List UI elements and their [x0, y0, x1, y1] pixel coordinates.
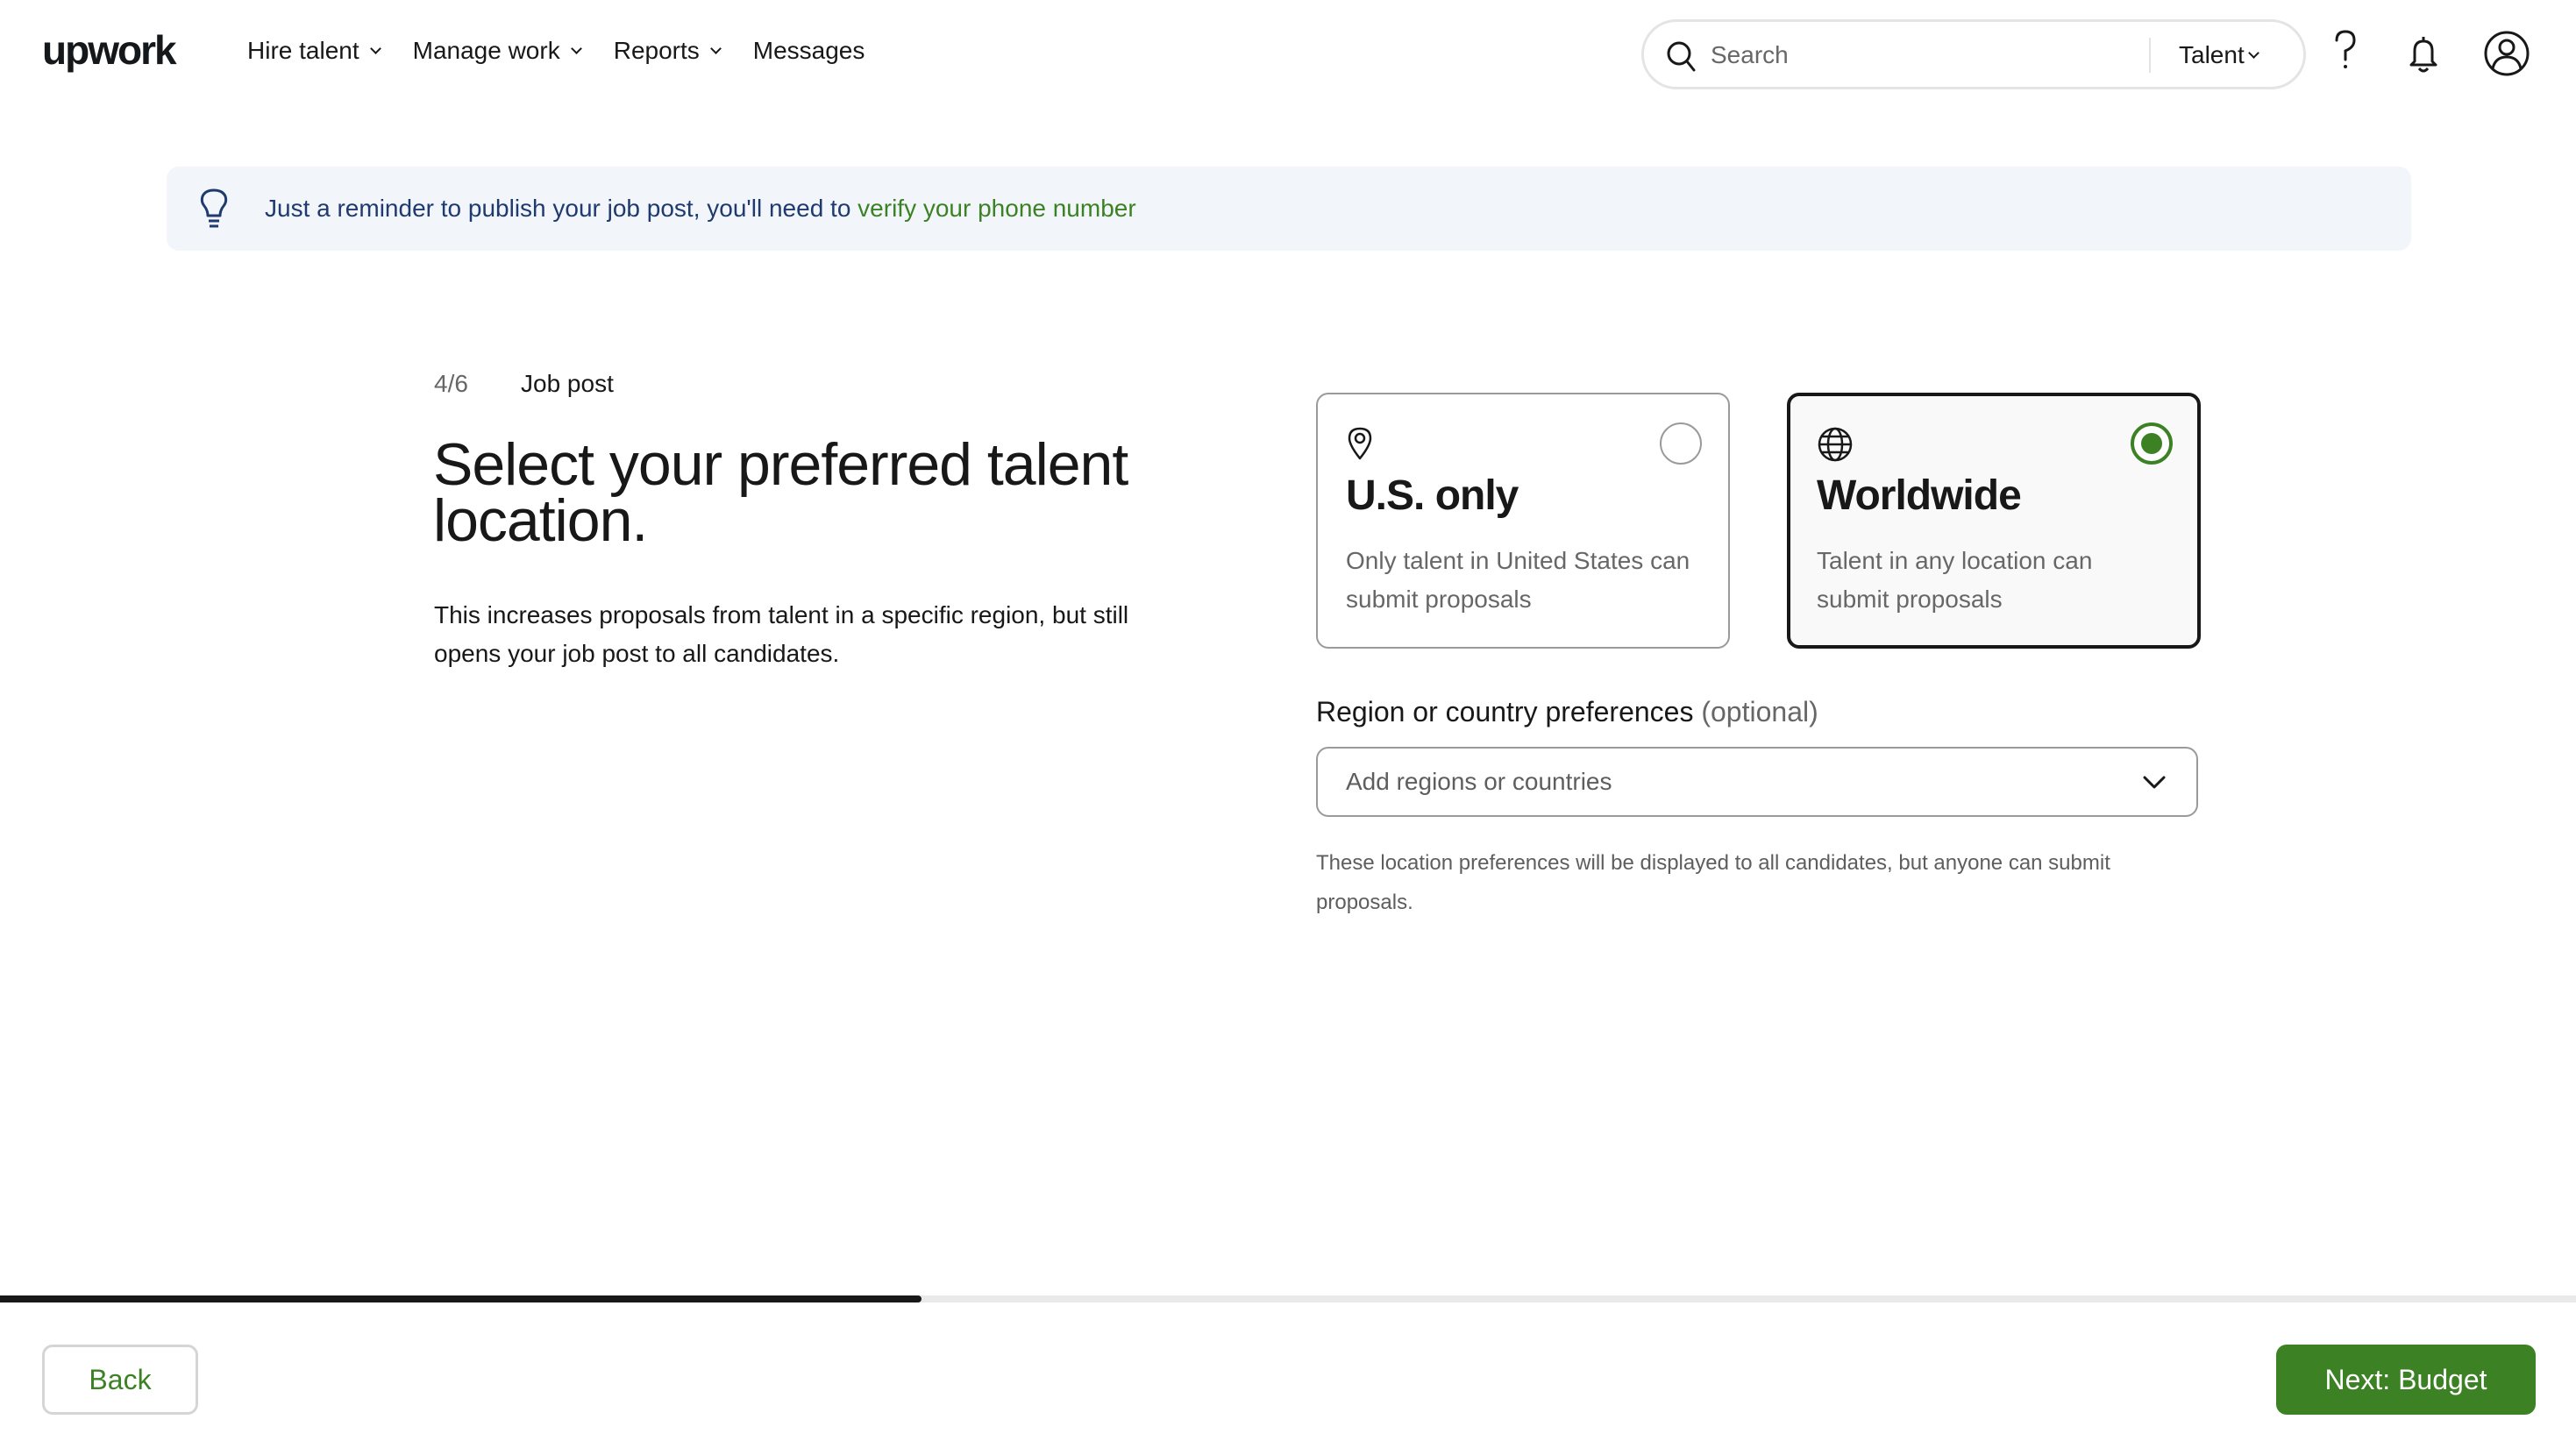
region-placeholder: Add regions or countries [1346, 768, 1612, 795]
globe-icon [1818, 427, 1853, 462]
step-counter: 4/6 [434, 370, 468, 397]
chevron-down-icon [709, 42, 722, 54]
chevron-down-icon [2143, 776, 2166, 789]
step-label: Job post [521, 370, 614, 397]
page-description: This increases proposals from talent in … [434, 601, 1129, 667]
optional-tag: (optional) [1701, 696, 1818, 728]
nav-messages[interactable]: Messages [753, 37, 865, 65]
option-description: Only talent in United States can submit … [1346, 547, 1690, 613]
radio-us-only[interactable] [1660, 422, 1702, 465]
page-title: Select your preferred talent location. [433, 431, 1128, 554]
search-bar: Talent [1641, 19, 2306, 89]
option-title: U.S. only [1346, 472, 1519, 519]
phone-verification-banner: Just a reminder to publish your job post… [167, 167, 2411, 251]
progress-fill [0, 1295, 922, 1302]
user-avatar-icon[interactable] [2483, 30, 2530, 77]
notification-bell-icon[interactable] [2406, 33, 2441, 77]
verify-phone-link[interactable]: verify your phone number [857, 195, 1136, 222]
main-nav: Hire talent Manage work Reports Messages [247, 37, 865, 65]
region-label-text: Region or country preferences [1316, 696, 1694, 728]
radio-selected-dot [2141, 433, 2162, 454]
search-type-label: Talent [2179, 41, 2245, 68]
search-input[interactable] [1711, 36, 2123, 75]
upwork-logo[interactable]: upwork [42, 26, 177, 74]
nav-label: Hire talent [247, 37, 359, 64]
nav-label: Messages [752, 37, 865, 64]
region-label: Region or country preferences (optional) [1316, 696, 1818, 728]
nav-hire-talent[interactable]: Hire talent [247, 37, 381, 65]
chevron-down-icon [570, 42, 582, 54]
search-divider [2149, 38, 2151, 73]
back-button[interactable]: Back [42, 1345, 198, 1415]
option-card-worldwide[interactable]: Worldwide Talent in any location can sub… [1787, 393, 2201, 649]
option-description: Talent in any location can submit propos… [1817, 547, 2093, 613]
chevron-down-icon [2247, 46, 2259, 59]
top-nav: upwork Hire talent Manage work Reports M… [0, 0, 2576, 109]
search-type-dropdown[interactable]: Talent [2179, 41, 2259, 69]
lightbulb-icon [200, 188, 228, 228]
nav-label: Manage work [412, 37, 560, 64]
radio-worldwide[interactable] [2131, 422, 2173, 465]
help-icon[interactable] [2332, 28, 2359, 81]
next-budget-button[interactable]: Next: Budget [2276, 1345, 2536, 1415]
search-icon [1667, 41, 1696, 72]
region-help-text: These location preferences will be displ… [1316, 851, 2110, 914]
banner-text: Just a reminder to publish your job post… [265, 195, 858, 222]
step-progress-bar [0, 1295, 2576, 1302]
nav-label: Reports [613, 37, 700, 64]
nav-manage-work[interactable]: Manage work [412, 37, 582, 65]
option-card-us-only[interactable]: U.S. only Only talent in United States c… [1316, 393, 1730, 649]
banner-message: Just a reminder to publish your job post… [265, 195, 1136, 223]
nav-reports[interactable]: Reports [613, 37, 722, 65]
option-title: Worldwide [1817, 472, 2022, 519]
chevron-down-icon [369, 42, 381, 54]
region-country-dropdown[interactable]: Add regions or countries [1316, 747, 2198, 817]
location-pin-icon [1348, 427, 1372, 460]
